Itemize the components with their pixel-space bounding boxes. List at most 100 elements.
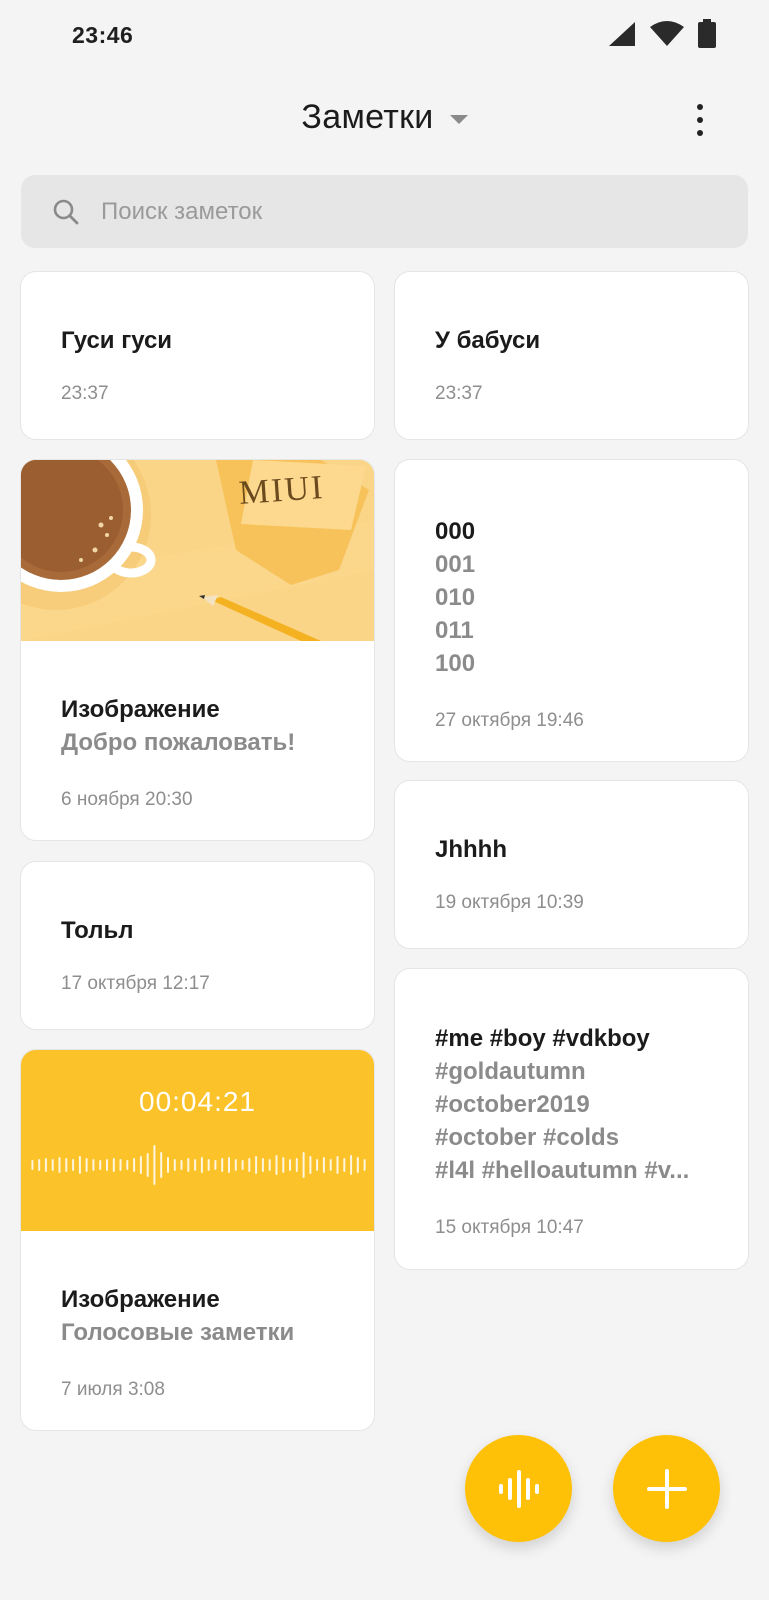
cellular-signal-icon: [609, 22, 635, 46]
waveform-bar: [322, 1157, 325, 1173]
waveform-bar: [221, 1158, 224, 1172]
chevron-down-icon: [449, 115, 468, 124]
note-time: 7 июля 3:08: [61, 1379, 165, 1400]
waveform-bar: [119, 1159, 122, 1171]
note-title: У бабуси: [435, 327, 541, 354]
note-card[interactable]: #me #boy #vdkboy #goldautumn #october201…: [394, 968, 749, 1270]
voice-recording-banner: 00:04:21: [21, 1050, 374, 1231]
note-time: 6 ноября 20:30: [61, 789, 193, 810]
note-time: 19 октября 10:39: [435, 892, 584, 913]
more-options-button[interactable]: [685, 100, 715, 140]
waveform-bar: [44, 1158, 47, 1172]
note-title: Изображение: [61, 1286, 220, 1313]
waveform-bar: [302, 1152, 305, 1178]
note-title: Гуси гуси: [61, 327, 173, 354]
status-icons: [607, 18, 717, 50]
voice-note-button[interactable]: [465, 1435, 572, 1542]
note-subtitle: Добро пожаловать!: [61, 729, 296, 756]
waveform-bar: [289, 1159, 291, 1171]
waveform-bar: [261, 1158, 264, 1172]
waveform-bar: [65, 1158, 68, 1172]
more-vertical-icon: [697, 104, 703, 110]
note-card[interactable]: 000 001 010 011 100 27 октября 19:46: [394, 459, 749, 762]
waveform-bar: [38, 1159, 41, 1171]
waveform-bar: [153, 1145, 156, 1185]
waveform-bar: [275, 1155, 278, 1175]
search-input[interactable]: [101, 197, 661, 226]
waveform-bar: [268, 1159, 271, 1171]
waveform-bar: [106, 1159, 108, 1171]
note-line: 001: [435, 551, 476, 578]
waveform-bar: [207, 1159, 210, 1171]
note-line: #me #boy #vdkboy: [435, 1025, 650, 1052]
waveform-bar: [316, 1159, 319, 1171]
note-card[interactable]: MIUI Изображение Добро пожаловать! 6 ноя…: [20, 459, 375, 841]
more-vertical-icon-dot: [697, 130, 703, 136]
waveform-bar: [248, 1158, 251, 1172]
note-title: Изображение: [61, 696, 220, 723]
waveform-bar: [187, 1158, 190, 1172]
waveform-icon: [31, 1145, 366, 1185]
page-title: Заметки: [301, 98, 434, 136]
add-note-button[interactable]: [613, 1435, 720, 1542]
waveform-bar: [343, 1158, 346, 1172]
folder-selector[interactable]: Заметки: [0, 98, 769, 137]
note-card[interactable]: Гуси гуси 23:37: [20, 271, 375, 440]
waveform-bar: [85, 1158, 88, 1172]
note-card[interactable]: Jhhhh 19 октября 10:39: [394, 780, 749, 949]
recording-duration: 00:04:21: [139, 1086, 256, 1117]
waveform-bar: [356, 1157, 359, 1173]
app-header: Заметки: [0, 88, 769, 152]
note-time: 23:37: [61, 383, 109, 404]
waveform-bar: [126, 1160, 129, 1170]
note-title: Jhhhh: [435, 836, 507, 863]
waveform-bar: [31, 1160, 34, 1170]
waveform-bar: [363, 1159, 366, 1171]
note-line: #l4l #helloautumn #v...: [435, 1157, 690, 1184]
note-time: 17 октября 12:17: [61, 973, 210, 994]
waveform-bar: [139, 1156, 142, 1174]
waveform-bar: [51, 1159, 54, 1171]
waveform-bar: [255, 1156, 258, 1174]
note-line: 011: [435, 617, 474, 644]
note-card[interactable]: Тольл 17 октября 12:17: [20, 861, 375, 1030]
note-card[interactable]: У бабуси 23:37: [394, 271, 749, 440]
waveform-bar: [329, 1159, 332, 1171]
search-bar[interactable]: [21, 175, 748, 248]
waveform-bar: [295, 1158, 298, 1172]
status-bar: 23:46: [0, 0, 769, 70]
image-logo-text: MIUI: [237, 469, 326, 512]
more-vertical-icon-dot: [697, 117, 703, 123]
waveform-bar: [92, 1159, 95, 1171]
wifi-icon: [650, 21, 684, 46]
waveform-bar: [173, 1159, 176, 1171]
waveform-bar: [167, 1157, 169, 1173]
waveform-bar: [241, 1160, 244, 1170]
note-time: 23:37: [435, 383, 483, 404]
waveform-bar: [160, 1152, 163, 1178]
waveform-bar: [336, 1156, 339, 1174]
waveform-bar: [146, 1153, 149, 1177]
note-line: #goldautumn: [435, 1058, 586, 1085]
note-line: 010: [435, 584, 476, 611]
waveform-bar: [194, 1159, 197, 1171]
plus-icon: [646, 1468, 687, 1509]
waveform-bar: [99, 1160, 102, 1170]
note-line: #october2019: [435, 1091, 590, 1118]
waveform-bar: [350, 1155, 353, 1175]
battery-icon: [698, 19, 716, 48]
waveform-bar: [72, 1159, 75, 1171]
status-time: 23:46: [72, 22, 134, 48]
note-line: #october #colds: [435, 1124, 620, 1151]
waveform-bar: [282, 1157, 285, 1173]
note-image: MIUI: [21, 460, 374, 641]
waveform-bar: [78, 1156, 81, 1174]
note-time: 15 октября 10:47: [435, 1217, 584, 1238]
waveform-bar: [133, 1158, 136, 1172]
note-card[interactable]: 00:04:21 Изображение Голосовые заметки 7…: [20, 1049, 375, 1431]
note-subtitle: Голосовые заметки: [61, 1319, 295, 1346]
waveform-bar: [309, 1156, 312, 1174]
waveform-bar: [228, 1157, 230, 1173]
waveform-bar: [200, 1157, 203, 1173]
waveform-bar: [58, 1157, 61, 1173]
